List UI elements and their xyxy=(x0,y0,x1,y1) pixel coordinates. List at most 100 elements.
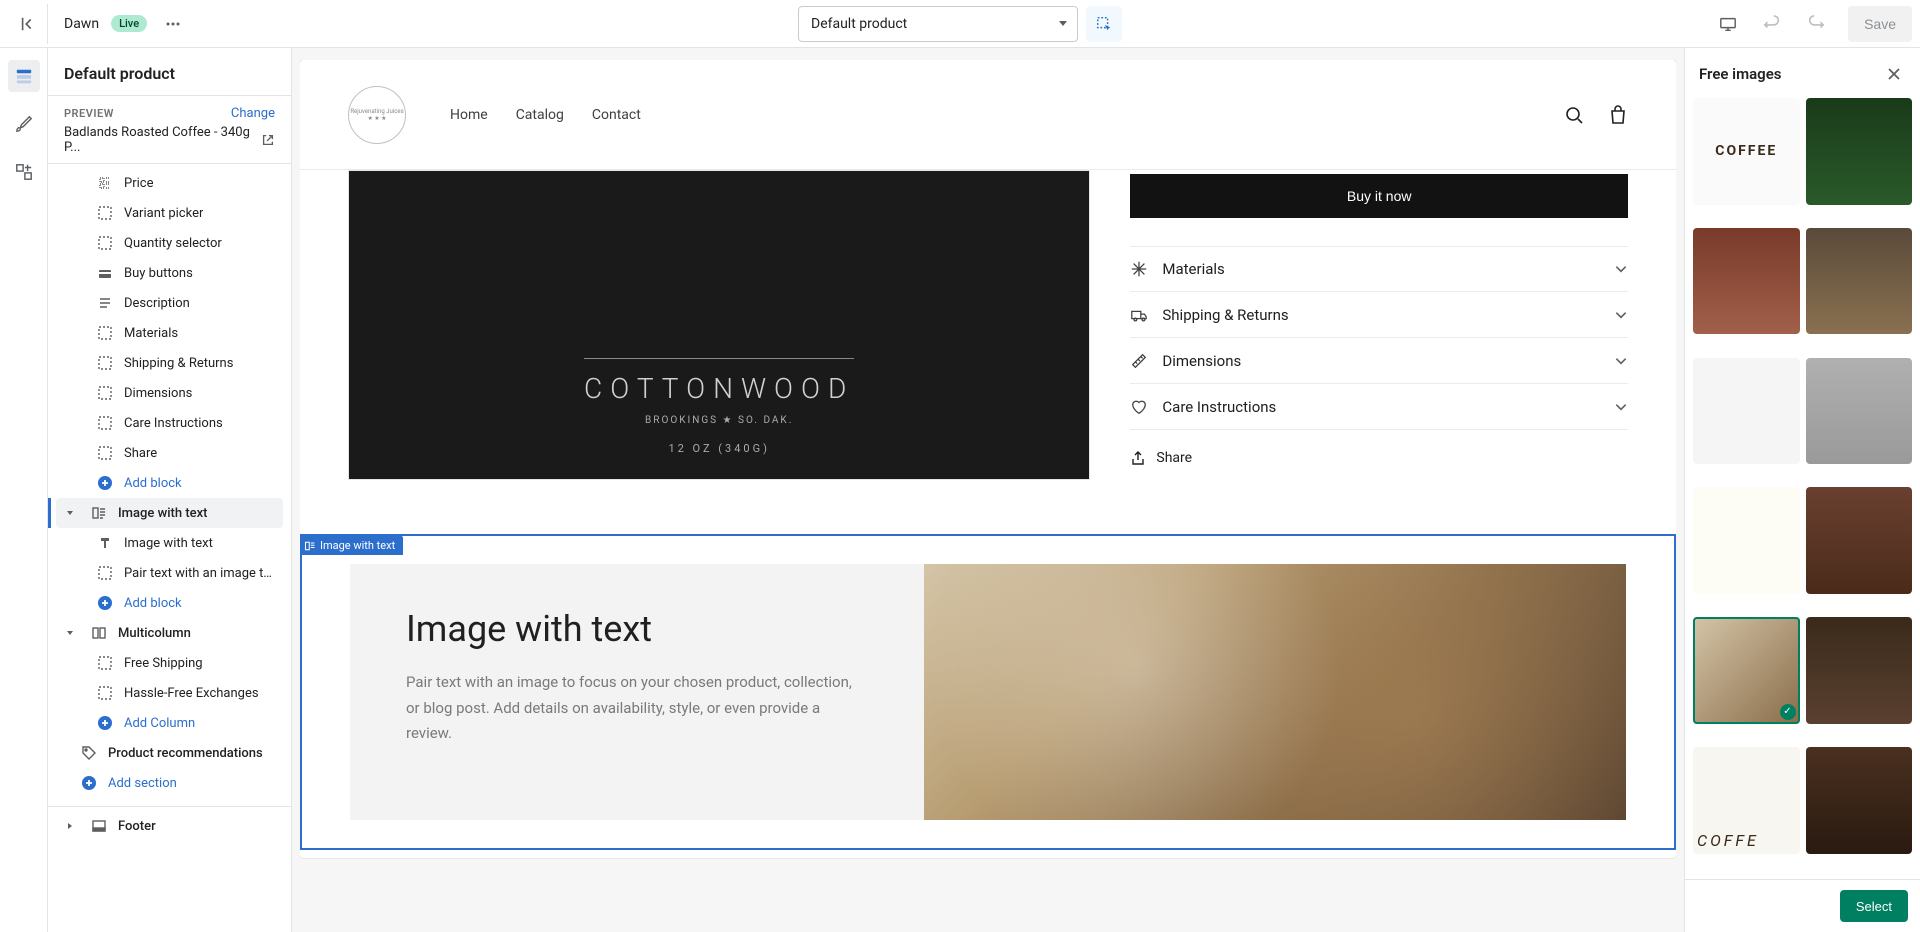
block-icon xyxy=(97,565,113,581)
block-materials[interactable]: Materials xyxy=(56,318,283,348)
image-thumb[interactable] xyxy=(1693,487,1800,594)
save-button[interactable]: Save xyxy=(1848,6,1912,42)
image-thumb[interactable] xyxy=(1806,617,1913,724)
preview-frame: Rejuvenating Juices★ ★ ★ Home Catalog Co… xyxy=(300,60,1676,858)
search-button[interactable] xyxy=(1564,105,1584,125)
accordion-care[interactable]: Care Instructions xyxy=(1130,384,1628,430)
live-badge: Live xyxy=(111,15,147,32)
canvas: Rejuvenating Juices★ ★ ★ Home Catalog Co… xyxy=(292,48,1684,932)
rail-sections-button[interactable] xyxy=(8,60,40,92)
nav-home[interactable]: Home xyxy=(450,107,488,123)
template-select[interactable]: Default product xyxy=(798,6,1078,42)
iwt-heading: Image with text xyxy=(406,608,868,650)
store-logo[interactable]: Rejuvenating Juices★ ★ ★ xyxy=(348,86,406,144)
add-block-iwt[interactable]: Add block xyxy=(56,588,283,618)
add-section[interactable]: Add section xyxy=(56,768,283,798)
image-thumb[interactable] xyxy=(1693,358,1800,465)
image-with-text-section[interactable]: Image with text Pair text with an image … xyxy=(300,534,1676,850)
right-panel: Free images Select xyxy=(1684,48,1920,932)
redo-icon xyxy=(1807,15,1825,33)
share-button[interactable]: Share xyxy=(1130,450,1628,466)
preview-product-link[interactable]: Badlands Roasted Coffee - 340g P... xyxy=(64,125,275,155)
columns-icon xyxy=(91,625,107,641)
block-icon xyxy=(97,235,113,251)
image-thumb[interactable] xyxy=(1693,98,1800,205)
image-thumb[interactable] xyxy=(1806,487,1913,594)
truck-icon xyxy=(1130,306,1148,324)
section-product-recommendations[interactable]: Product recommendations xyxy=(56,738,283,768)
topbar-right: Save xyxy=(1122,4,1912,44)
sidebar-title: Default product xyxy=(48,48,291,96)
viewport-button[interactable] xyxy=(1708,4,1748,44)
block-quantity-selector[interactable]: Quantity selector xyxy=(56,228,283,258)
image-text-icon xyxy=(304,540,316,552)
block-hassle-free[interactable]: Hassle-Free Exchanges xyxy=(56,678,283,708)
block-dimensions[interactable]: Dimensions xyxy=(56,378,283,408)
image-thumb[interactable] xyxy=(1806,358,1913,465)
chevron-down-icon xyxy=(1614,354,1628,368)
heading-icon xyxy=(97,535,113,551)
image-thumb[interactable] xyxy=(1806,98,1913,205)
topbar-left: Dawn Live xyxy=(8,4,798,44)
tag-icon xyxy=(81,745,97,761)
sections-icon xyxy=(15,67,33,85)
add-block-product[interactable]: Add block xyxy=(56,468,283,498)
share-icon xyxy=(1130,450,1146,466)
nav-contact[interactable]: Contact xyxy=(592,107,641,123)
block-iwt-text[interactable]: Pair text with an image to f... xyxy=(56,558,283,588)
block-price[interactable]: Price xyxy=(56,168,283,198)
block-icon xyxy=(97,205,113,221)
image-thumb[interactable] xyxy=(1806,747,1913,854)
accordion-materials[interactable]: Materials xyxy=(1130,246,1628,292)
accordion-dimensions[interactable]: Dimensions xyxy=(1130,338,1628,384)
block-share[interactable]: Share xyxy=(56,438,283,468)
preview-product-name: Badlands Roasted Coffee - 340g P... xyxy=(64,125,255,155)
section-multicolumn[interactable]: Multicolumn xyxy=(56,618,283,648)
theme-name: Dawn xyxy=(64,16,99,32)
buy-now-button[interactable]: Buy it now xyxy=(1130,174,1628,218)
image-thumb-selected[interactable] xyxy=(1693,617,1800,724)
rail-theme-button[interactable] xyxy=(8,108,40,140)
exit-button[interactable] xyxy=(8,4,48,44)
block-icon xyxy=(97,355,113,371)
add-column[interactable]: Add Column xyxy=(56,708,283,738)
cart-button[interactable] xyxy=(1608,105,1628,125)
chevron-down-icon xyxy=(1614,308,1628,322)
iwt-paragraph: Pair text with an image to focus on your… xyxy=(406,670,868,747)
block-icon xyxy=(97,325,113,341)
undo-button[interactable] xyxy=(1752,4,1792,44)
block-iwt-heading[interactable]: Image with text xyxy=(56,528,283,558)
rail-apps-button[interactable] xyxy=(8,156,40,188)
apps-icon xyxy=(15,163,33,181)
change-link[interactable]: Change xyxy=(231,106,275,121)
block-description[interactable]: Description xyxy=(56,288,283,318)
block-buy-buttons[interactable]: Buy buttons xyxy=(56,258,283,288)
topbar: Dawn Live Default product Save xyxy=(0,0,1920,48)
image-thumb[interactable] xyxy=(1693,747,1800,854)
bag-icon xyxy=(1608,105,1628,125)
select-button[interactable]: Select xyxy=(1840,890,1908,922)
image-text-icon xyxy=(91,505,107,521)
main: Default product PREVIEW Change Badlands … xyxy=(0,48,1920,932)
block-variant-picker[interactable]: Variant picker xyxy=(56,198,283,228)
image-thumb[interactable] xyxy=(1693,228,1800,335)
block-care-instructions[interactable]: Care Instructions xyxy=(56,408,283,438)
bag-brand: COTTONWOOD xyxy=(584,372,854,405)
block-free-shipping[interactable]: Free Shipping xyxy=(56,648,283,678)
close-icon xyxy=(1886,66,1902,82)
iwt-image xyxy=(924,564,1626,820)
heart-icon xyxy=(1130,398,1148,416)
section-image-with-text[interactable]: Image with text xyxy=(56,498,283,528)
section-footer[interactable]: Footer xyxy=(56,811,283,841)
more-button[interactable] xyxy=(159,10,187,38)
nav-catalog[interactable]: Catalog xyxy=(516,107,564,123)
accordion-shipping[interactable]: Shipping & Returns xyxy=(1130,292,1628,338)
close-panel-button[interactable] xyxy=(1882,62,1906,86)
inspector-button[interactable] xyxy=(1086,6,1122,42)
product-image[interactable]: COTTONWOOD BROOKINGS ★ SO. DAK. 12 OZ (3… xyxy=(348,170,1090,480)
section-tag: Image with text xyxy=(300,536,403,555)
block-shipping-returns[interactable]: Shipping & Returns xyxy=(56,348,283,378)
image-thumb[interactable] xyxy=(1806,228,1913,335)
materials-icon xyxy=(1130,260,1148,278)
redo-button[interactable] xyxy=(1796,4,1836,44)
